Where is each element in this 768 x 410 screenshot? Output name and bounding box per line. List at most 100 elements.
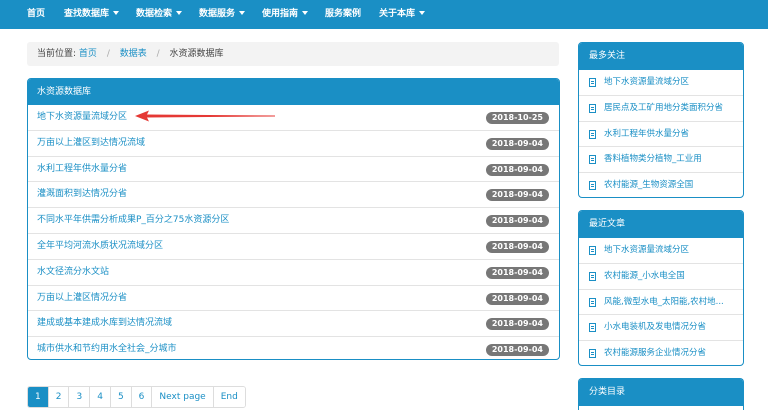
nav-user-guide[interactable]: 使用指南	[262, 0, 309, 29]
sidebar-link[interactable]: 小水电装机及发电情况分省	[579, 315, 743, 342]
nav-user-guide-label: 使用指南	[262, 9, 299, 19]
breadcrumb-current: 水资源数据库	[169, 49, 224, 59]
date-badge: 2018-09-04	[485, 240, 549, 253]
list-item: 灌溉面积到达情况分省 2018-09-04	[28, 182, 559, 209]
sidebar-link-label: 地下水资源量流域分区	[604, 245, 690, 255]
list-item-link[interactable]: 建成或基本建成水库到达情况流域	[37, 311, 172, 336]
list-item-link[interactable]: 水利工程年供水量分省	[37, 157, 127, 182]
panel-title: 水资源数据库	[28, 79, 559, 105]
document-icon	[589, 155, 596, 165]
list-item-link[interactable]: 不同水平年供需分析成果P_百分之75水资源分区	[37, 208, 229, 233]
most-followed-panel: 最多关注 地下水资源量流域分区 居民点及工矿用地分类面积分省 水利工程年供水量分…	[578, 42, 744, 198]
nav-home[interactable]: 首页	[27, 0, 45, 29]
document-icon	[589, 129, 596, 139]
date-badge: 2018-10-25	[485, 112, 549, 124]
page-button-5[interactable]: 5	[110, 387, 132, 407]
list-item: 水利工程年供水量分省 2018-09-04	[28, 157, 559, 183]
date-badge: 2018-09-04	[485, 215, 549, 228]
nav-home-label: 首页	[27, 9, 46, 19]
nav-data-search-label: 数据检索	[136, 9, 173, 19]
sidebar-link[interactable]: 农村能源服务企业情况分省	[579, 341, 743, 365]
caret-down-icon	[176, 10, 183, 15]
nav-find-database[interactable]: 查找数据库	[64, 0, 120, 29]
list-item: 全年平均河流水质状况流域分区 2018-09-04	[28, 234, 559, 260]
nav-about[interactable]: 关于本库	[379, 0, 426, 29]
breadcrumb: 当前位置: 首页 / 数据表 / 水资源数据库	[27, 42, 559, 66]
page-button-4[interactable]: 4	[90, 387, 111, 407]
sidebar-link-label: 风能,微型水电_太阳能,农村地...	[604, 296, 724, 307]
sidebar-link-label: 香料植物类分植物_工业用	[604, 154, 702, 165]
date-badge: 2018-09-04	[485, 318, 549, 331]
categories-panel: 分类目录	[578, 378, 744, 410]
caret-down-icon	[302, 10, 309, 15]
top-navbar: 首页 查找数据库 数据检索 数据服务 使用指南 服务案例 关于本库	[0, 0, 768, 29]
caret-down-icon	[419, 10, 426, 15]
sidebar-link-label: 居民点及工矿用地分类面积分省	[604, 102, 724, 113]
nav-service-cases[interactable]: 服务案例	[325, 0, 361, 29]
sidebar-link[interactable]: 风能,微型水电_太阳能,农村地...	[579, 290, 743, 316]
page-button-2[interactable]: 2	[48, 387, 70, 407]
list-item-link[interactable]: 全年平均河流水质状况流域分区	[37, 234, 163, 259]
list-item: 水文径流分水文站 2018-09-04	[28, 260, 559, 286]
sidebar-link-label: 水利工程年供水量分省	[604, 128, 690, 139]
sidebar-link[interactable]: 水利工程年供水量分省	[579, 122, 743, 148]
sidebar-link[interactable]: 农村能源_生物资源全国	[579, 173, 743, 197]
list-item: 地下水资源量流域分区 2018-10-25	[28, 105, 559, 131]
date-badge: 2018-09-04	[485, 344, 549, 357]
nav-data-service-label: 数据服务	[199, 9, 236, 19]
page-button-3[interactable]: 3	[69, 387, 91, 407]
document-icon	[589, 181, 596, 191]
list-item-link[interactable]: 万亩以上灌区情况分省	[37, 286, 127, 311]
sidebar-link[interactable]: 地下水资源量流域分区	[579, 238, 743, 264]
list-item: 不同水平年供需分析成果P_百分之75水资源分区 2018-09-04	[28, 208, 559, 234]
next-page-button[interactable]: Next page	[152, 387, 214, 407]
document-icon	[589, 297, 596, 307]
nav-find-database-label: 查找数据库	[64, 9, 110, 19]
date-badge: 2018-09-04	[485, 189, 549, 202]
nav-data-service[interactable]: 数据服务	[199, 0, 246, 29]
date-badge: 2018-09-04	[485, 163, 549, 176]
document-icon	[589, 271, 596, 281]
nav-data-search[interactable]: 数据检索	[136, 0, 183, 29]
sidebar-link-label: 农村能源_生物资源全国	[604, 180, 694, 191]
page-button-1[interactable]: 1	[28, 387, 49, 407]
list-item: 城市供水和节约用水全社会_分城市 2018-09-04	[28, 337, 559, 359]
recent-articles-title: 最近文章	[579, 211, 743, 238]
sidebar-link[interactable]: 农村能源_小水电全国	[579, 264, 743, 290]
breadcrumb-datatable[interactable]: 数据表	[120, 49, 147, 59]
recent-articles-panel: 最近文章 地下水资源量流域分区 农村能源_小水电全国 风能,微型水电_太阳能,农…	[578, 210, 744, 366]
end-page-button[interactable]: End	[213, 387, 245, 407]
page-button-6[interactable]: 6	[131, 387, 153, 407]
caret-down-icon	[113, 10, 120, 15]
list-item: 万亩以上灌区到达情况流域 2018-09-04	[28, 131, 559, 157]
breadcrumb-prefix: 当前位置:	[37, 49, 77, 59]
nav-about-label: 关于本库	[379, 9, 416, 19]
list-item-link[interactable]: 水文径流分水文站	[37, 260, 109, 285]
document-icon	[589, 103, 596, 113]
sidebar-link-label: 小水电装机及发电情况分省	[604, 322, 707, 333]
breadcrumb-separator: /	[106, 49, 110, 59]
red-arrow-icon	[135, 110, 275, 122]
date-badge: 2018-09-04	[485, 137, 549, 150]
breadcrumb-home[interactable]: 首页	[79, 49, 97, 59]
list-item-link[interactable]: 城市供水和节约用水全社会_分城市	[37, 337, 177, 359]
list-item-link[interactable]: 万亩以上灌区到达情况流域	[37, 131, 145, 156]
document-icon	[589, 78, 596, 87]
list-item-link[interactable]: 灌溉面积到达情况分省	[37, 182, 127, 207]
sidebar-link[interactable]: 香料植物类分植物_工业用	[579, 147, 743, 174]
sidebar-link-label: 地下水资源量流域分区	[604, 77, 690, 87]
sidebar-link-label: 农村能源服务企业情况分省	[604, 348, 707, 359]
list-item-link[interactable]: 地下水资源量流域分区	[37, 105, 127, 130]
document-icon	[589, 246, 596, 255]
categories-title: 分类目录	[579, 379, 743, 406]
list-item: 建成或基本建成水库到达情况流域 2018-09-04	[28, 311, 559, 338]
sidebar-link[interactable]: 居民点及工矿用地分类面积分省	[579, 96, 743, 122]
date-badge: 2018-09-04	[485, 266, 549, 279]
most-followed-title: 最多关注	[579, 43, 743, 70]
sidebar-link-label: 农村能源_小水电全国	[604, 270, 685, 281]
nav-service-cases-label: 服务案例	[325, 9, 362, 19]
date-badge: 2018-09-04	[485, 292, 549, 305]
sidebar-link[interactable]: 地下水资源量流域分区	[579, 70, 743, 96]
breadcrumb-separator: /	[156, 49, 160, 59]
database-list-panel: 水资源数据库 地下水资源量流域分区 2018-10-25 万亩以上灌区到达情况流域…	[27, 78, 560, 360]
